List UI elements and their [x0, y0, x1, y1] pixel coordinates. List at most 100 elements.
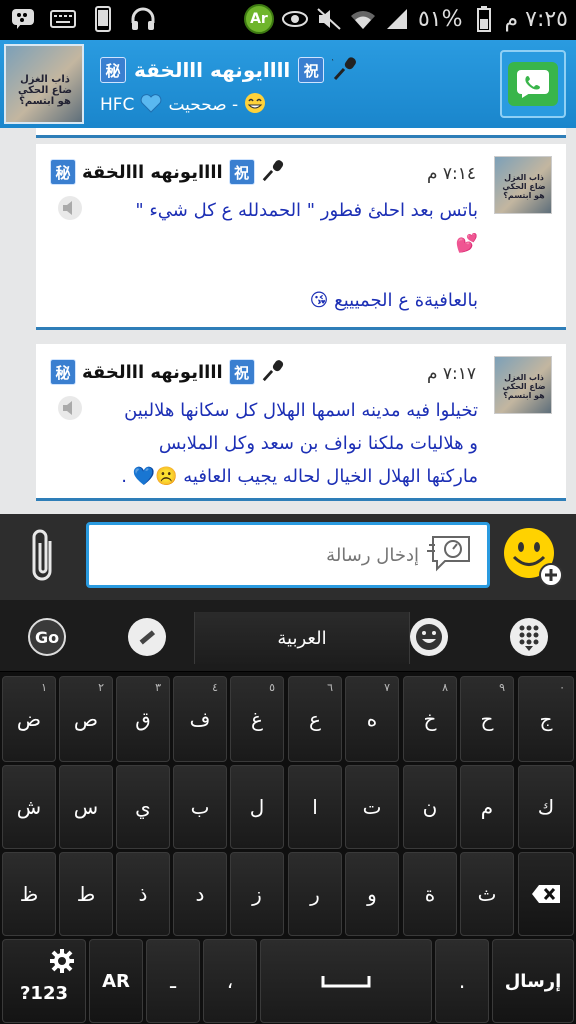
key-dal[interactable]: د [173, 852, 227, 936]
key-fa[interactable]: ٤ف [173, 676, 227, 762]
message-sender: 秘 اااايونهه ااالخقة 祝 [50, 158, 285, 186]
key-tta[interactable]: ط [59, 852, 113, 936]
language-key[interactable]: AR [89, 939, 143, 1023]
symbols-key[interactable]: ?123 [2, 939, 86, 1023]
contact-name: اااايونهه ااالخقة [134, 58, 291, 82]
send-key[interactable]: إرسال [492, 939, 574, 1023]
avatar-caption: ذاب الغزل ضاع الحكي هو ابتسم؟ [502, 373, 546, 400]
key-ta[interactable]: ت [345, 765, 399, 849]
key-ra[interactable]: ر [288, 852, 342, 936]
emoji-add-button[interactable] [502, 526, 564, 588]
headset-icon [130, 6, 156, 32]
avatar-caption: ذاب الغزل ضاع الحكي هو ابتسم؟ [17, 74, 73, 107]
contact-title-row[interactable]: ♪ 祝 اااايونهه ااالخقة 秘 [100, 54, 400, 86]
key-tha[interactable]: ث [460, 852, 514, 936]
battery-icon [471, 6, 497, 32]
language-selector[interactable]: العربية [194, 612, 410, 664]
message-input-bar [0, 514, 576, 600]
message-sender: 秘 اااايونهه ااالخقة 祝 [50, 358, 285, 386]
handwriting-icon[interactable] [128, 618, 166, 656]
ar-badge: Ar [243, 4, 274, 34]
key-jim[interactable]: ٠ج [518, 676, 574, 762]
contact-status: HFC - صححيت [100, 92, 400, 118]
comma-key[interactable]: ، [203, 939, 257, 1023]
speaker-icon[interactable] [58, 196, 82, 220]
phone-call-icon [508, 62, 558, 106]
period-key[interactable]: . [435, 939, 489, 1023]
sender-name: اااايونهه ااالخقة [82, 361, 223, 383]
speaker-icon[interactable] [58, 396, 82, 420]
key-shin[interactable]: ش [2, 765, 56, 849]
key-sin[interactable]: س [59, 765, 113, 849]
status-left-icons [10, 6, 156, 32]
keyboard-menu-icon[interactable] [510, 618, 548, 656]
key-waw[interactable]: و [345, 852, 399, 936]
wifi-icon [350, 6, 376, 32]
secret-chip: 秘 [50, 359, 76, 385]
status-bar: Ar ٥١% ٧:٢٥ م [0, 0, 576, 40]
key-qaf[interactable]: ٣ق [116, 676, 170, 762]
key-alif[interactable]: ا [288, 765, 342, 849]
microphone-icon [261, 158, 285, 186]
key-ain[interactable]: ٦ع [288, 676, 342, 762]
sender-avatar[interactable]: ذاب الغزل ضاع الحكي هو ابتسم؟ [494, 356, 552, 414]
secret-chip: 秘 [100, 57, 126, 83]
blue-heart-icon [140, 93, 162, 118]
call-button[interactable] [500, 50, 566, 118]
key-ha[interactable]: ٧ه [345, 676, 399, 762]
status-prefix: HFC [100, 95, 135, 115]
key-dad[interactable]: ١ض [2, 676, 56, 762]
message-card[interactable]: ذاب الغزل ضاع الحكي هو ابتسم؟ ٧:١٤ م 秘 ا… [36, 144, 566, 330]
message-field[interactable] [86, 522, 490, 588]
message-line: 💕 [455, 233, 478, 254]
message-line: باتس بعد احلئ فطور " الحمدلله ع كل شيء " [135, 200, 478, 221]
go-keyboard-icon[interactable]: Go [28, 618, 66, 656]
avatar-caption: ذاب الغزل ضاع الحكي هو ابتسم؟ [502, 173, 546, 200]
grin-emoji-icon [244, 92, 266, 119]
key-kaf[interactable]: ك [518, 765, 574, 849]
phone-icon [90, 6, 116, 32]
bbm-icon [10, 6, 36, 32]
key-ta-marbuta[interactable]: ة [403, 852, 457, 936]
gear-icon [49, 948, 75, 979]
key-kha[interactable]: ٨خ [403, 676, 457, 762]
key-nun[interactable]: ن [403, 765, 457, 849]
key-zha[interactable]: ظ [2, 852, 56, 936]
sender-avatar[interactable]: ذاب الغزل ضاع الحكي هو ابتسم؟ [494, 156, 552, 214]
key-ya[interactable]: ي [116, 765, 170, 849]
svg-text:♪: ♪ [332, 58, 334, 68]
key-lam[interactable]: ل [230, 765, 284, 849]
chat-area[interactable]: ذاب الغزل ضاع الحكي هو ابتسم؟ ٧:١٤ م 秘 ا… [0, 128, 576, 514]
clock: ٧:٢٥ م [504, 6, 569, 32]
signal-icon [384, 6, 410, 32]
key-hha[interactable]: ٩ح [460, 676, 514, 762]
key-ghain[interactable]: ٥غ [230, 676, 284, 762]
message-time: ٧:١٤ م [426, 164, 476, 184]
backspace-icon [532, 885, 560, 903]
message-input[interactable] [159, 544, 419, 566]
attach-button[interactable] [22, 528, 64, 588]
paperclip-icon [28, 527, 58, 589]
key-dhal[interactable]: ذ [116, 852, 170, 936]
sender-name: اااايونهه ااالخقة [82, 161, 223, 183]
contact-avatar[interactable]: ذاب الغزل ضاع الحكي هو ابتسم؟ [4, 44, 84, 124]
battery-percent: ٥١% [417, 6, 463, 32]
status-right: Ar ٥١% ٧:٢٥ م [243, 4, 569, 34]
keyboard-icon [50, 6, 76, 32]
emoji-face-icon[interactable] [410, 618, 448, 656]
dash-key[interactable]: ـ [146, 939, 200, 1023]
key-zay[interactable]: ز [230, 852, 284, 936]
key-sad[interactable]: ٢ص [59, 676, 113, 762]
celebrate-chip: 祝 [228, 359, 255, 385]
status-suffix: - صححيت [168, 95, 239, 115]
message-line: ماركتها الهلال الخيال لحاله يجيب العافيه… [121, 466, 478, 487]
key-mim[interactable]: م [460, 765, 514, 849]
microphone-icon [261, 358, 285, 386]
message-card[interactable]: ذاب الغزل ضاع الحكي هو ابتسم؟ ٧:١٧ م 秘 ا… [36, 344, 566, 501]
backspace-key[interactable] [518, 852, 574, 936]
message-line: تخيلوا فيه مدينه اسمها الهلال كل سكانها … [124, 400, 478, 421]
key-ba[interactable]: ب [173, 765, 227, 849]
space-key[interactable] [260, 939, 432, 1023]
keyboard: Go العربية ١ض ٢ص ٣ق ٤ف ٥غ ٦ع ٧ه ٨خ ٩ح ٠ج… [0, 600, 576, 1024]
eye-icon [281, 6, 308, 32]
